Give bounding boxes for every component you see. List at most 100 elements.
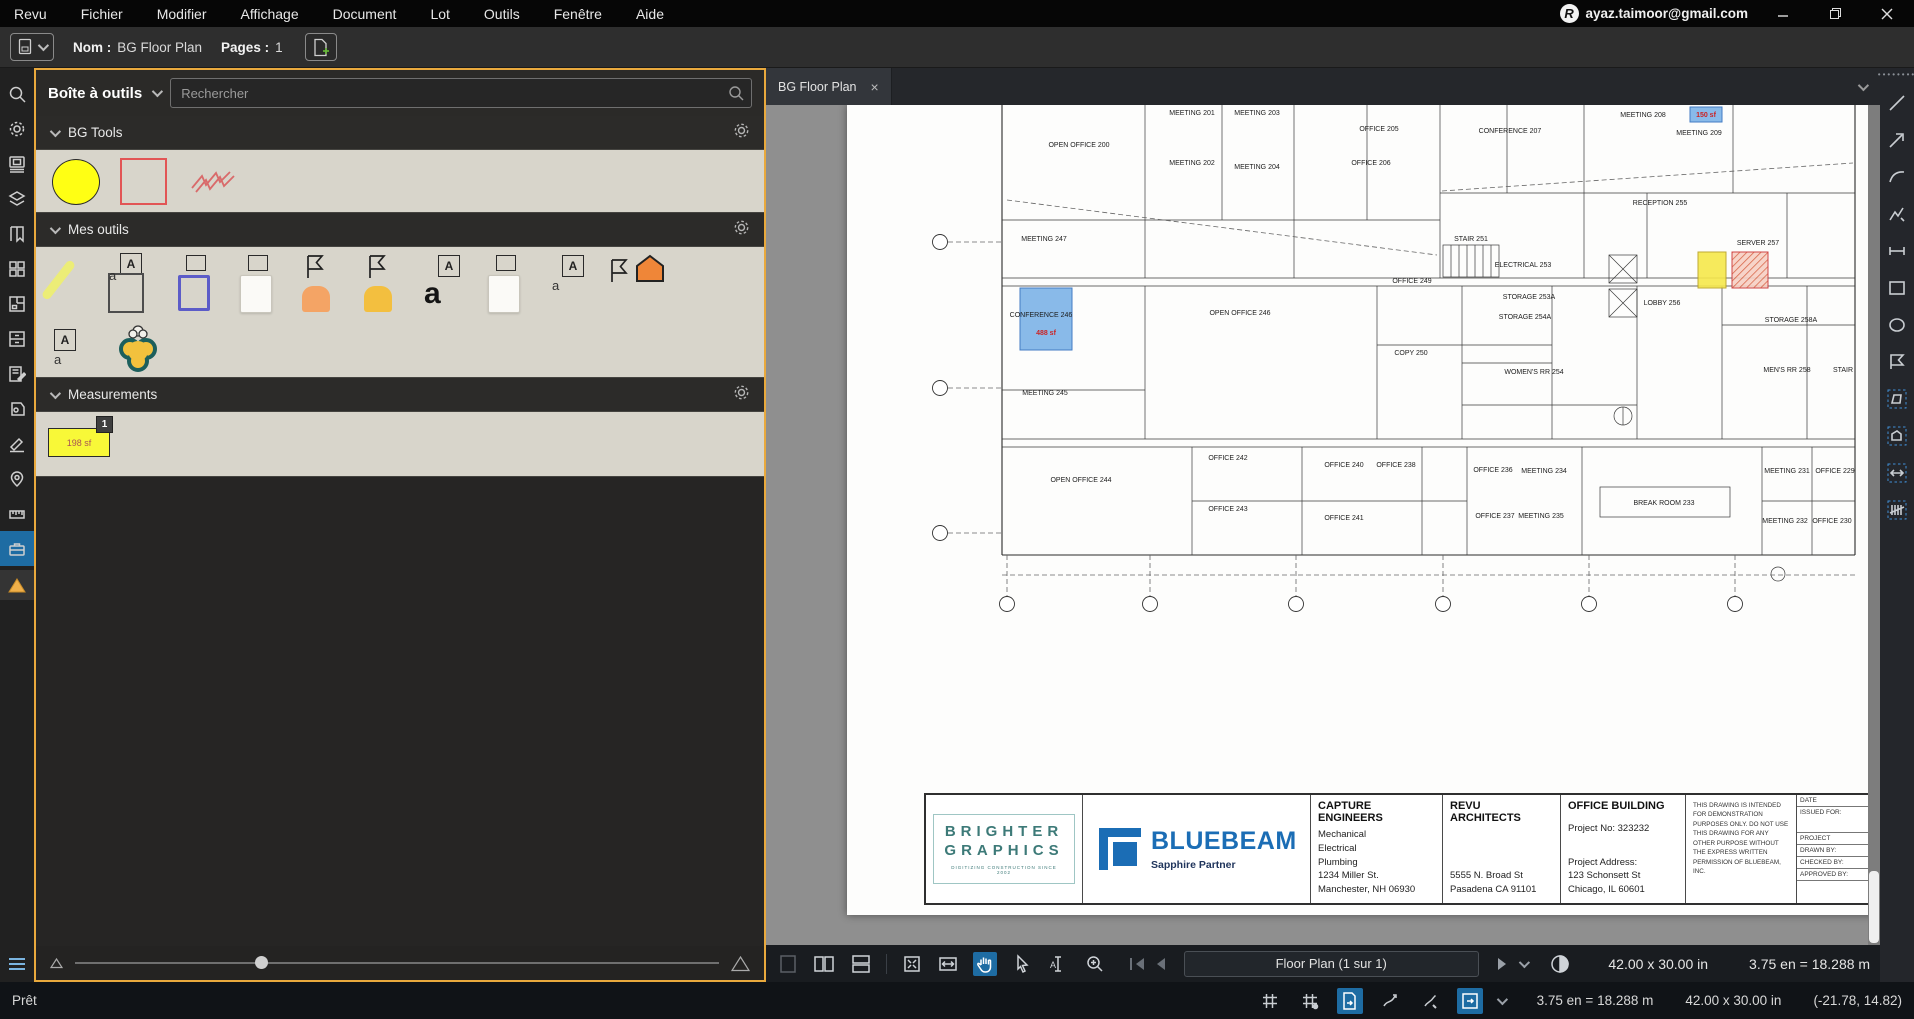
markup-annotation[interactable] — [1020, 288, 1072, 350]
sync-options-chevron[interactable] — [1496, 993, 1507, 1004]
snap-toggle-button[interactable] — [1297, 988, 1323, 1014]
tool-text-box-a[interactable]: A a — [54, 329, 76, 369]
polygon-measure-button[interactable] — [1880, 380, 1914, 417]
tool-size-slider[interactable] — [75, 962, 719, 964]
menu-fichier[interactable]: Fichier — [81, 6, 123, 22]
places-pin-button[interactable] — [0, 461, 34, 496]
section-gear-icon[interactable] — [733, 219, 750, 241]
line-tool-button[interactable] — [1880, 84, 1914, 121]
side-by-side-view-button[interactable] — [813, 952, 837, 976]
arrow-tool-button[interactable] — [1880, 121, 1914, 158]
tab-bg-floor-plan[interactable]: BG Floor Plan × — [766, 68, 892, 105]
spaces-panel-button[interactable] — [0, 286, 34, 321]
tool-chest-panel-button[interactable] — [0, 531, 34, 566]
measurements-panel-button[interactable] — [0, 496, 34, 531]
sets-panel-button[interactable] — [0, 251, 34, 286]
panel-warning-toggle[interactable] — [0, 570, 34, 600]
fit-width-button[interactable] — [936, 952, 960, 976]
menu-document[interactable]: Document — [333, 6, 397, 22]
grid-toggle-button[interactable] — [1257, 988, 1283, 1014]
menu-modifier[interactable]: Modifier — [157, 6, 207, 22]
previous-page-button[interactable] — [1157, 958, 1165, 970]
close-button[interactable] — [1870, 3, 1904, 25]
panel-title-dropdown[interactable] — [152, 86, 163, 97]
arc-tool-button[interactable] — [1880, 158, 1914, 195]
studio-panel-button[interactable] — [0, 391, 34, 426]
pan-hand-button[interactable] — [973, 952, 997, 976]
tool-text-note-small[interactable]: A a — [552, 255, 584, 295]
tool-white-card-2[interactable] — [488, 255, 520, 313]
polygon-tool-button[interactable] — [1880, 343, 1914, 380]
thumbnails-panel-button[interactable] — [0, 146, 34, 181]
pdf-page[interactable]: 488 sf150 sf OPEN OFFICE 200MEETING 201M… — [847, 105, 1880, 915]
properties-gear-button[interactable] — [0, 111, 34, 146]
new-page-button[interactable] — [305, 33, 337, 61]
menu-revu[interactable]: Revu — [14, 6, 47, 22]
bookmarks-panel-button[interactable] — [0, 216, 34, 251]
tab-list-chevron[interactable] — [1858, 79, 1869, 90]
dimension-tool-button[interactable] — [1880, 232, 1914, 269]
markup-annotation[interactable] — [1698, 252, 1726, 288]
tool-yellow-ellipse[interactable] — [52, 159, 100, 205]
tool-flag-house[interactable] — [606, 253, 666, 288]
tool-highlighter[interactable] — [54, 257, 63, 303]
rail-drag-handle[interactable]: •••••••• — [1878, 72, 1914, 84]
rectangle-tool-button[interactable] — [1880, 269, 1914, 306]
search-input[interactable] — [170, 78, 752, 108]
tool-flag-orange[interactable] — [302, 253, 330, 312]
ellipse-tool-button[interactable] — [1880, 306, 1914, 343]
signature-pen-button[interactable] — [1417, 988, 1443, 1014]
menu-aide[interactable]: Aide — [636, 6, 664, 22]
fit-page-button[interactable] — [900, 952, 924, 976]
vertical-scrollbar[interactable] — [1868, 105, 1880, 945]
menu-fenetre[interactable]: Fenêtre — [554, 6, 602, 22]
menu-lot[interactable]: Lot — [430, 6, 449, 22]
tool-red-rectangle[interactable] — [120, 158, 167, 205]
section-header-measurements[interactable]: Measurements — [36, 378, 764, 411]
layers-panel-button[interactable] — [0, 181, 34, 216]
markup-summary-button[interactable] — [0, 356, 34, 391]
sync-toggle-button[interactable] — [1457, 988, 1483, 1014]
polyline-tool-button[interactable] — [1880, 195, 1914, 232]
markup-annotation[interactable] — [1732, 252, 1768, 288]
tool-flag-yellow[interactable] — [364, 253, 392, 312]
tool-note-text[interactable]: A a — [108, 253, 144, 313]
split-view-button[interactable] — [10, 33, 54, 61]
multi-page-view-button[interactable] — [849, 952, 873, 976]
length-measure-button[interactable] — [1880, 454, 1914, 491]
section-header-bg-tools[interactable]: BG Tools — [36, 116, 764, 149]
minimize-button[interactable] — [1766, 3, 1800, 25]
area-measure-button[interactable] — [1880, 417, 1914, 454]
account-email[interactable]: ayaz.taimoor@gmail.com — [1586, 6, 1748, 21]
first-page-button[interactable] — [1130, 958, 1144, 970]
page-navigation-field[interactable]: Floor Plan (1 sur 1) — [1184, 951, 1479, 977]
restore-button[interactable] — [1818, 3, 1852, 25]
tool-text-a[interactable]: A a — [424, 255, 460, 309]
next-page-button[interactable] — [1498, 958, 1506, 970]
section-gear-icon[interactable] — [733, 384, 750, 406]
section-header-mes-outils[interactable]: Mes outils — [36, 213, 764, 246]
text-select-button[interactable]: A — [1046, 952, 1070, 976]
single-page-view-button[interactable] — [776, 952, 800, 976]
signatures-panel-button[interactable] — [0, 426, 34, 461]
tool-red-polyline[interactable] — [188, 168, 244, 203]
tab-close-icon[interactable]: × — [871, 79, 879, 95]
tool-tree[interactable] — [114, 319, 162, 380]
markup-pen-button[interactable] — [1377, 988, 1403, 1014]
menu-affichage[interactable]: Affichage — [241, 6, 299, 22]
search-panel-button[interactable] — [0, 76, 34, 111]
select-cursor-button[interactable] — [1010, 952, 1034, 976]
contrast-mode-button[interactable] — [1548, 952, 1572, 976]
menu-outils[interactable]: Outils — [484, 6, 520, 22]
reuse-markup-toggle[interactable] — [1337, 988, 1363, 1014]
zoom-tool-button[interactable] — [1083, 952, 1107, 976]
document-viewport[interactable]: 488 sf150 sf OPEN OFFICE 200MEETING 201M… — [766, 105, 1880, 945]
section-gear-icon[interactable] — [733, 122, 750, 144]
file-access-panel-button[interactable] — [0, 321, 34, 356]
tool-white-card[interactable] — [240, 255, 272, 313]
tool-blue-rectangle[interactable] — [178, 255, 210, 311]
count-tool-button[interactable] — [1880, 491, 1914, 528]
scrollbar-thumb[interactable] — [1869, 871, 1879, 943]
page-nav-chevron[interactable] — [1519, 956, 1530, 967]
markup-list-toggle[interactable] — [0, 950, 34, 978]
